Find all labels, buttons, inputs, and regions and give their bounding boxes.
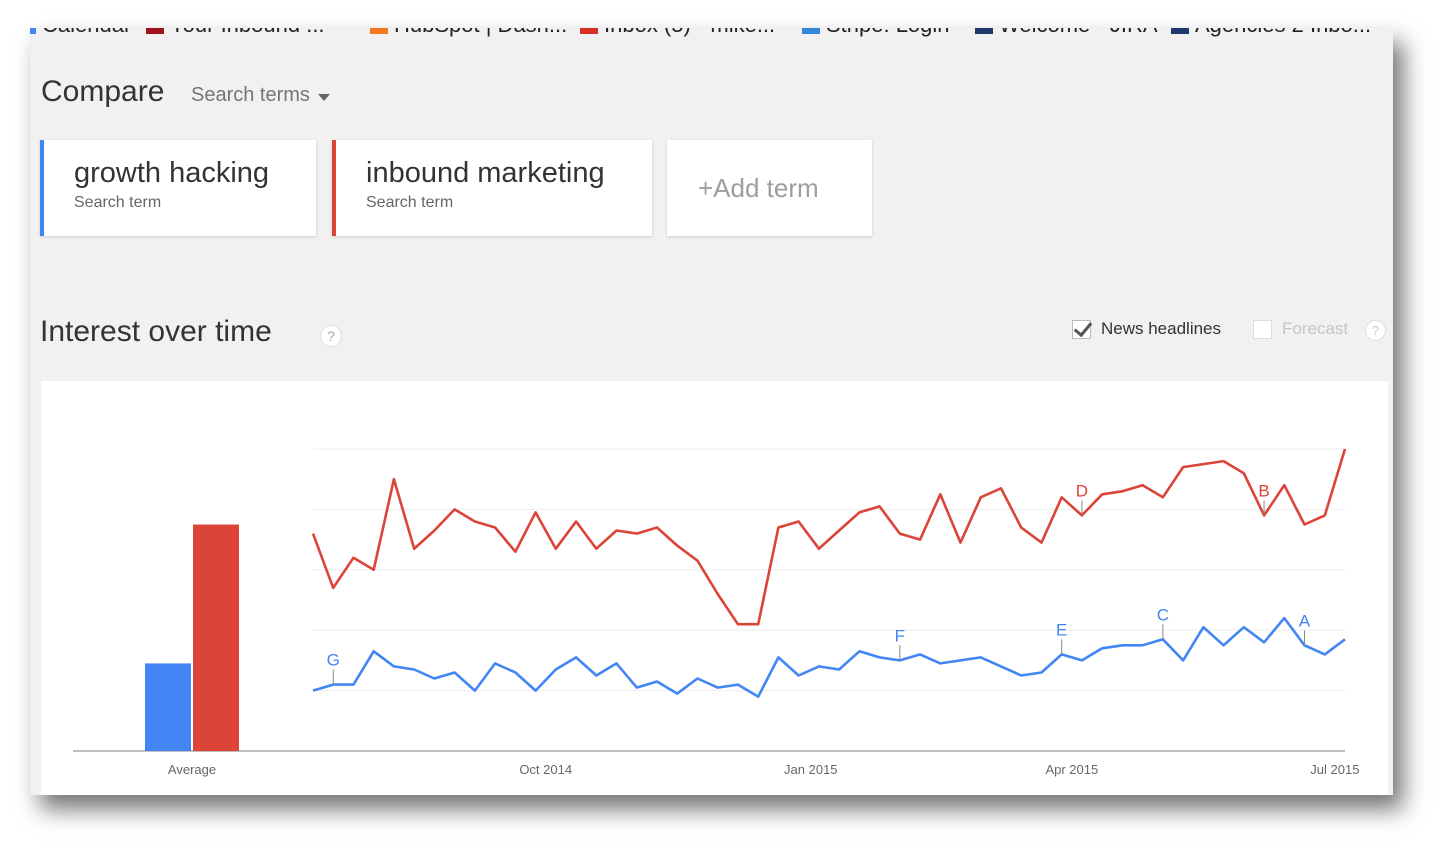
bookmark-item[interactable]: Stripe: Login: [802, 28, 950, 38]
checkbox-empty-icon: [1253, 319, 1272, 339]
search-terms-dropdown[interactable]: Search terms: [191, 84, 330, 107]
x-tick-label: Jul 2015: [1310, 762, 1359, 777]
average-label: Average: [168, 762, 216, 777]
bookmark-label: Your Inbound ...: [170, 28, 325, 38]
x-tick-label: Oct 2014: [519, 762, 572, 777]
term-name: inbound marketing: [366, 157, 605, 189]
forecast-label: Forecast: [1282, 319, 1349, 338]
section-title: Interest over time: [40, 315, 272, 348]
chart-panel: Average Oct 2014 Jan 2015 Apr 2015 Jul 2015 G…: [41, 381, 1388, 795]
hubspot-icon: [370, 28, 388, 34]
annotation-label-B: B: [1258, 481, 1269, 500]
annotation-label-C: C: [1157, 605, 1169, 624]
help-icon[interactable]: ?: [320, 325, 342, 347]
annotation-label-A: A: [1299, 611, 1311, 630]
bookmark-label: Welcome - JIRA: [999, 28, 1158, 38]
term-subtitle: Search term: [74, 194, 162, 211]
series-line-inbound-marketing: [311, 448, 1347, 626]
bookmark-label: Agencies 2 Inbo...: [1195, 28, 1371, 38]
annotation-label-E: E: [1056, 620, 1067, 639]
news-headlines-label: News headlines: [1101, 319, 1222, 338]
bookmark-label: Inbox (5) - mike...: [604, 28, 775, 38]
bookmark-item[interactable]: Welcome - JIRA: [975, 28, 1158, 38]
calendar-icon: [30, 28, 36, 34]
annotation-label-D: D: [1076, 481, 1088, 500]
bookmark-item[interactable]: Agencies 2 Inbo...: [1171, 28, 1371, 38]
annotation-label-F: F: [895, 626, 905, 645]
bookmarks-bar: Calendar Your Inbound ... HubSpot | Dash..…: [30, 28, 1393, 38]
term-name: growth hacking: [74, 157, 270, 189]
annotation-label-G: G: [327, 651, 340, 670]
bookmark-label: Calendar: [42, 28, 131, 38]
search-terms-label: Search terms: [191, 84, 310, 106]
add-term-label: +Add term: [698, 173, 819, 203]
add-term-button[interactable]: +Add term: [667, 140, 872, 236]
compare-title: Compare: [41, 75, 165, 108]
term-card-inbound-marketing[interactable]: inbound marketing Search term: [332, 140, 652, 236]
forecast-help-icon[interactable]: ?: [1365, 320, 1386, 341]
news-headlines-checkbox[interactable]: News headlines: [1072, 319, 1221, 339]
average-bar-inbound-marketing: [193, 524, 239, 751]
bookmark-label: Stripe: Login: [826, 28, 950, 38]
bookmark-item[interactable]: Calendar: [30, 28, 131, 38]
bookmark-item[interactable]: Your Inbound ...: [146, 28, 325, 38]
bookmark-item[interactable]: Inbox (5) - mike...: [580, 28, 775, 38]
forecast-checkbox[interactable]: Forecast: [1253, 319, 1348, 339]
jira-icon: [975, 28, 993, 34]
average-bar-growth-hacking: [145, 663, 191, 751]
bookmark-icon: [146, 28, 164, 34]
x-tick-label: Apr 2015: [1045, 762, 1098, 777]
term-card-growth-hacking[interactable]: growth hacking Search term: [40, 140, 316, 236]
stripe-icon: [802, 28, 820, 34]
checkbox-checked-icon: [1072, 319, 1091, 339]
interest-over-time-chart: Average Oct 2014 Jan 2015 Apr 2015 Jul 2015 G…: [73, 448, 1359, 777]
browser-window: Calendar Your Inbound ... HubSpot | Dash..…: [30, 28, 1393, 795]
x-tick-label: Jan 2015: [784, 762, 838, 777]
bookmark-label: HubSpot | Dash...: [394, 28, 567, 38]
gmail-icon: [580, 28, 598, 34]
term-subtitle: Search term: [366, 194, 454, 211]
folder-icon: [1171, 28, 1189, 34]
dropdown-arrow-icon: [317, 93, 330, 101]
bookmark-item[interactable]: HubSpot | Dash...: [370, 28, 567, 38]
